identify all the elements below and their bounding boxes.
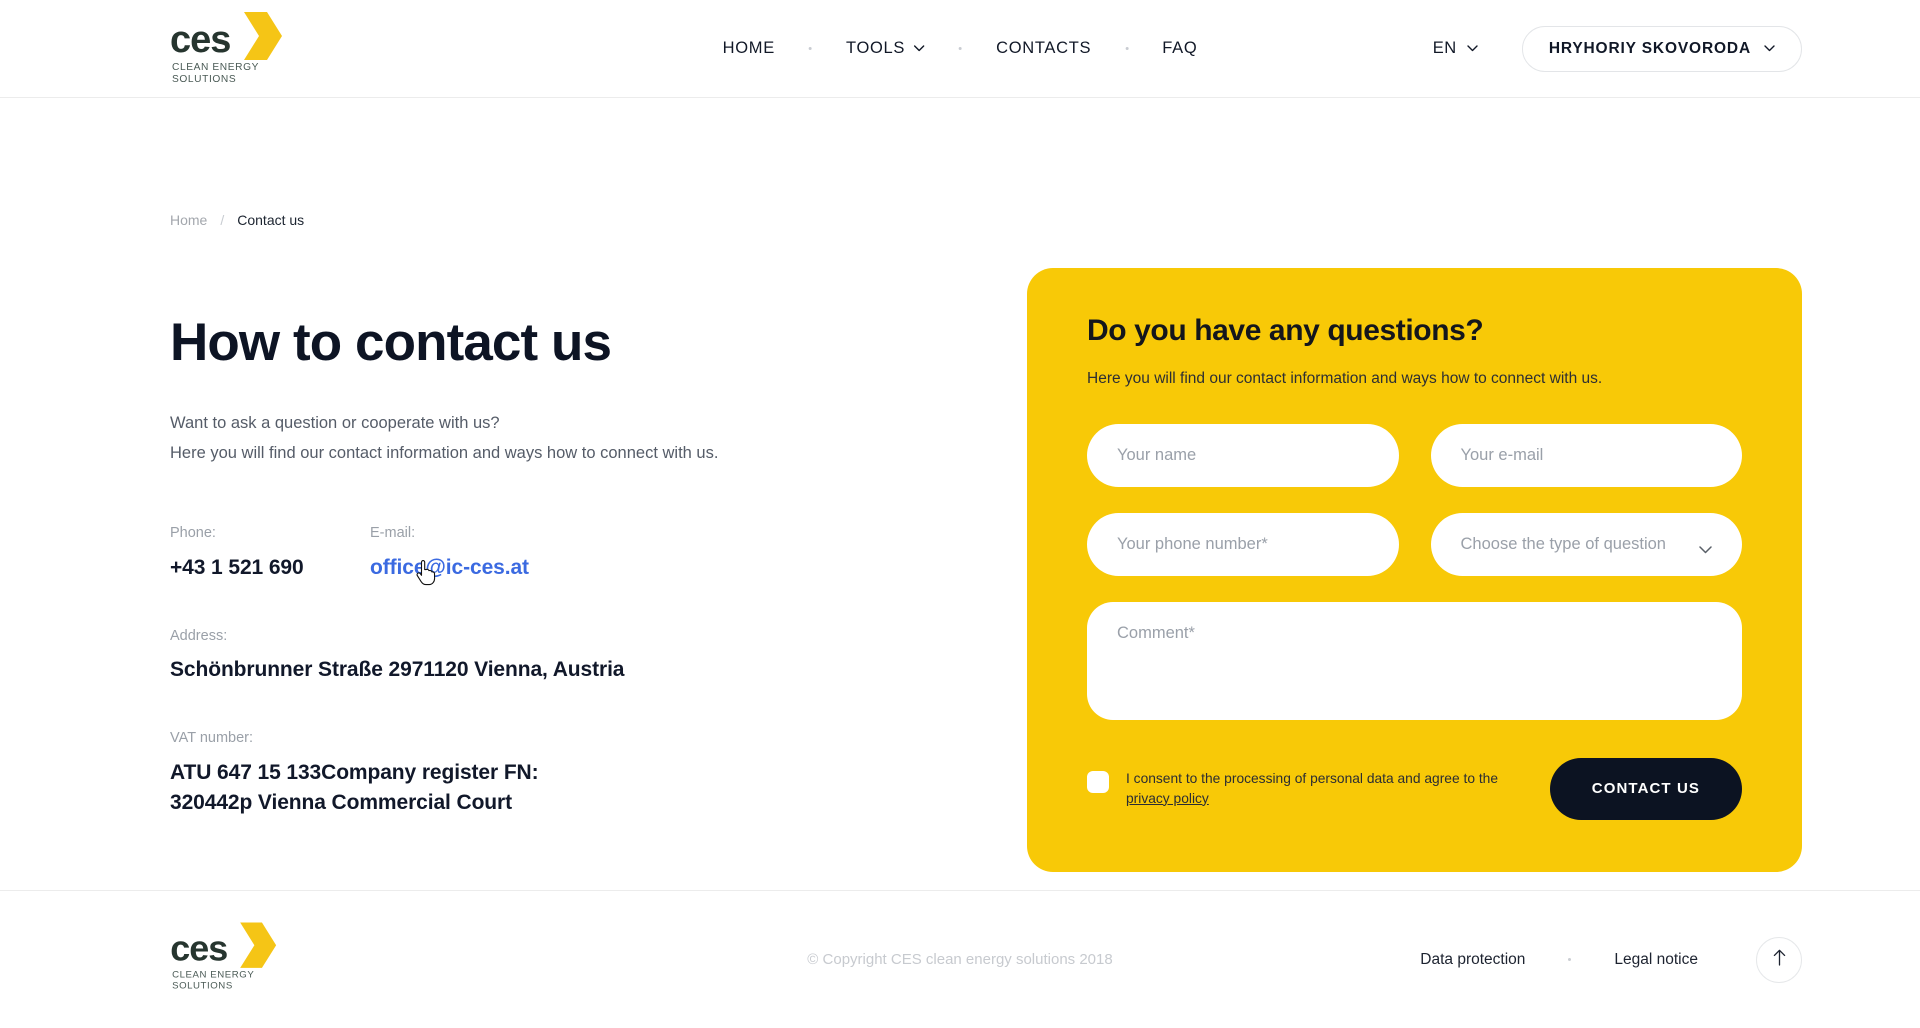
svg-text:CLEAN ENERGY: CLEAN ENERGY xyxy=(172,62,259,73)
email-input-placeholder: Your e-mail xyxy=(1460,445,1544,464)
vat-value-line-1: ATU 647 15 133Company register FN: xyxy=(170,761,539,785)
ces-logo-mark: ces CLEAN ENERGY SOLUTIONS xyxy=(170,922,277,991)
site-header: ces CLEAN ENERGY SOLUTIONS HOME TOOLS CO… xyxy=(0,0,1920,98)
content-columns: How to contact us Want to ask a question… xyxy=(170,268,1802,872)
scroll-to-top-button[interactable] xyxy=(1756,936,1802,983)
ces-logo-mark: ces CLEAN ENERGY SOLUTIONS xyxy=(170,11,282,85)
phone-input-placeholder: Your phone number* xyxy=(1117,534,1268,553)
nav-item-tools[interactable]: TOOLS xyxy=(840,39,931,58)
consent-group: I consent to the processing of personal … xyxy=(1087,769,1517,808)
vat-block: VAT number: ATU 647 15 133Company regist… xyxy=(170,729,539,817)
main-content: Home / Contact us How to contact us Want… xyxy=(0,98,1920,890)
contact-row-address: Address: Schönbrunner Straße 2971120 Vie… xyxy=(170,627,900,686)
nav-item-label: HOME xyxy=(722,39,775,57)
svg-text:SOLUTIONS: SOLUTIONS xyxy=(172,74,236,85)
nav-separator-dot xyxy=(1125,47,1129,50)
contact-details: Phone: +43 1 521 690 E-mail: office@ic-c… xyxy=(170,524,900,818)
chevron-down-icon xyxy=(914,45,925,52)
form-title: Do you have any questions? xyxy=(1087,314,1484,347)
vat-label: VAT number: xyxy=(170,730,254,747)
form-subtitle: Here you will find our contact informati… xyxy=(1087,370,1603,387)
footer-separator-dot xyxy=(1568,958,1572,961)
nav-item-home[interactable]: HOME xyxy=(717,39,781,58)
consent-text: I consent to the processing of personal … xyxy=(1126,769,1517,808)
footer-logo[interactable]: ces CLEAN ENERGY SOLUTIONS xyxy=(170,922,282,997)
user-account-button[interactable]: HRYHORIY SKOVORODA xyxy=(1521,25,1802,72)
consent-checkbox[interactable] xyxy=(1087,771,1109,794)
svg-text:ces: ces xyxy=(170,19,230,61)
privacy-policy-link[interactable]: privacy policy xyxy=(1126,791,1209,806)
user-name-label: HRYHORIY SKOVORODA xyxy=(1548,39,1751,57)
language-label: EN xyxy=(1432,39,1457,57)
chevron-down-icon xyxy=(1764,45,1775,52)
comment-textarea-placeholder: Comment* xyxy=(1117,623,1195,642)
name-input[interactable]: Your name xyxy=(1087,423,1399,487)
nav-item-label: CONTACTS xyxy=(996,39,1092,57)
contact-us-submit-button[interactable]: CONTACT US xyxy=(1549,757,1742,820)
breadcrumb-current: Contact us xyxy=(237,212,305,228)
svg-text:SOLUTIONS: SOLUTIONS xyxy=(172,980,233,991)
nav-item-label: FAQ xyxy=(1162,39,1198,57)
chevron-down-icon xyxy=(1699,540,1712,554)
contact-info-column: How to contact us Want to ask a question… xyxy=(170,268,900,862)
question-type-select[interactable]: Choose the type of question xyxy=(1430,512,1742,576)
contact-form-card: Do you have any questions? Here you will… xyxy=(1027,268,1802,872)
breadcrumb-separator: / xyxy=(220,212,225,228)
arrow-up-icon xyxy=(1772,949,1787,971)
footer-copyright: © Copyright CES clean energy solutions 2… xyxy=(807,951,1113,968)
consent-label: I consent to the processing of personal … xyxy=(1126,771,1499,787)
header-logo[interactable]: ces CLEAN ENERGY SOLUTIONS xyxy=(170,11,288,86)
comment-textarea[interactable]: Comment* xyxy=(1087,601,1742,720)
address-label: Address: xyxy=(170,627,228,644)
nav-separator-dot xyxy=(959,47,963,50)
svg-text:CLEAN ENERGY: CLEAN ENERGY xyxy=(172,969,254,980)
footer-links: Data protection Legal notice xyxy=(1420,936,1802,983)
nav-separator-dot xyxy=(808,47,812,50)
chevron-down-icon xyxy=(1467,45,1478,52)
nav-item-label: TOOLS xyxy=(845,39,906,57)
page-title: How to contact us xyxy=(170,313,612,372)
svg-text:ces: ces xyxy=(170,927,227,968)
phone-label: Phone: xyxy=(170,524,216,541)
phone-block: Phone: +43 1 521 690 xyxy=(170,524,370,583)
form-footer: I consent to the processing of personal … xyxy=(1087,750,1742,820)
breadcrumb-home-link[interactable]: Home xyxy=(170,212,207,228)
form-row-name-email: Your name Your e-mail xyxy=(1087,423,1742,487)
primary-navigation: HOME TOOLS CONTACTS FAQ xyxy=(717,39,1204,58)
footer-link-legal-notice[interactable]: Legal notice xyxy=(1614,951,1698,969)
phone-value: +43 1 521 690 xyxy=(170,555,304,579)
email-label: E-mail: xyxy=(370,524,416,541)
address-value: Schönbrunner Straße 2971120 Vienna, Aust… xyxy=(170,658,625,682)
contact-row-vat: VAT number: ATU 647 15 133Company regist… xyxy=(170,729,900,817)
contact-row-phone-email: Phone: +43 1 521 690 E-mail: office@ic-c… xyxy=(170,524,900,583)
intro-line-1: Want to ask a question or cooperate with… xyxy=(170,414,500,433)
question-type-selected-label: Choose the type of question xyxy=(1460,534,1666,553)
language-switcher[interactable]: EN xyxy=(1433,39,1478,58)
footer-link-data-protection[interactable]: Data protection xyxy=(1420,951,1525,969)
name-input-placeholder: Your name xyxy=(1117,445,1197,464)
intro-line-2: Here you will find our contact informati… xyxy=(170,443,719,462)
contact-page: ces CLEAN ENERGY SOLUTIONS HOME TOOLS CO… xyxy=(0,0,1920,1028)
email-link[interactable]: office@ic-ces.at xyxy=(370,553,529,583)
email-input[interactable]: Your e-mail xyxy=(1430,423,1742,487)
header-right-controls: EN HRYHORIY SKOVORODA xyxy=(1433,25,1802,72)
nav-item-contacts[interactable]: CONTACTS xyxy=(990,39,1097,58)
ces-logo: ces CLEAN ENERGY SOLUTIONS xyxy=(170,11,288,86)
phone-input[interactable]: Your phone number* xyxy=(1087,512,1399,576)
form-row-phone-type: Your phone number* Choose the type of qu… xyxy=(1087,512,1742,576)
intro-text: Want to ask a question or cooperate with… xyxy=(170,409,900,468)
vat-value-line-2: 320442p Vienna Commercial Court xyxy=(170,790,512,814)
site-footer: ces CLEAN ENERGY SOLUTIONS © Copyright C… xyxy=(0,890,1920,1028)
email-block: E-mail: office@ic-ces.at xyxy=(370,524,529,583)
breadcrumb: Home / Contact us xyxy=(170,212,304,228)
address-block: Address: Schönbrunner Straße 2971120 Vie… xyxy=(170,627,624,686)
nav-item-faq[interactable]: FAQ xyxy=(1156,39,1203,58)
